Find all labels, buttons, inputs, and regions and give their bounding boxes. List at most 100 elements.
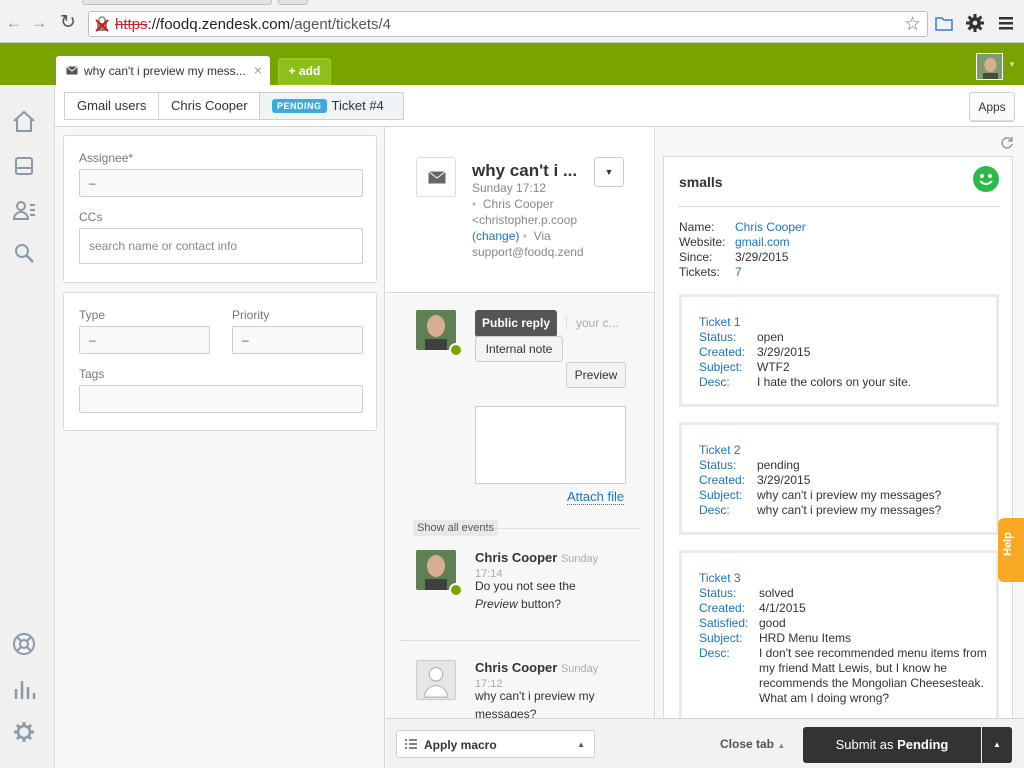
ticket-subject: Subject: why can't i preview my messages?: [699, 488, 942, 502]
forward-arrow-icon[interactable]: →: [28, 12, 50, 34]
ticket-card-title: Ticket 1: [699, 315, 741, 329]
refresh-icon[interactable]: [1000, 136, 1014, 150]
tags-label: Tags: [79, 367, 105, 381]
via-label: Via: [533, 229, 551, 243]
apps-button[interactable]: Apps: [969, 92, 1015, 122]
close-tab-icon[interactable]: ×: [254, 62, 262, 78]
customer-tickets: Tickets: 7: [679, 265, 742, 279]
settings-gear-icon[interactable]: [10, 718, 38, 746]
attach-file-link[interactable]: Attach file: [567, 489, 625, 505]
crumb-ticket[interactable]: PENDING Ticket #4: [259, 92, 404, 120]
address-bar[interactable]: https://foodq.zendesk.com/agent/tickets/…: [88, 11, 928, 37]
customer-name: Name: Chris Cooper: [679, 220, 806, 234]
ticket-card: Ticket 1 Status: open Created: 3/29/2015 S…: [679, 294, 999, 407]
ticket-status: Status: pending: [699, 458, 800, 472]
assignee-field[interactable]: –: [79, 169, 363, 197]
browser-tab[interactable]: [82, 0, 272, 5]
ticket-time: Sunday 17:12: [472, 181, 547, 195]
apply-macro-label: Apply macro: [424, 738, 497, 752]
ticket-card-title: Ticket 3: [699, 571, 741, 585]
submit-options-button[interactable]: ▲: [982, 727, 1012, 763]
assignee-panel: Assignee* – CCs search name or contact i…: [63, 135, 377, 283]
insecure-lock-icon: [95, 16, 109, 32]
avatar: [416, 660, 456, 700]
ticket-card: Ticket 3 Status: solved Created: 4/1/2015 …: [679, 550, 999, 718]
submit-button[interactable]: Submit as Pending: [803, 727, 981, 763]
requester-name: Chris Cooper: [482, 197, 554, 211]
ticket-tab-title: why can't i preview my mess...: [84, 64, 246, 78]
reporting-icon[interactable]: [10, 675, 38, 703]
ticket-subject: Subject: HRD Menu Items: [699, 631, 852, 645]
priority-field[interactable]: –: [232, 326, 363, 354]
ticket-satisfied: Satisfied: good: [699, 616, 786, 630]
ticket-created: Created: 3/29/2015: [699, 345, 811, 359]
apply-macro-select[interactable]: Apply macro ▲: [396, 730, 595, 758]
ticket-subject: why can't i ...: [472, 161, 578, 180]
ticket-subject: Subject: WTF2: [699, 360, 790, 374]
home-icon[interactable]: [10, 107, 38, 135]
ticket-created: Created: 3/29/2015: [699, 473, 811, 487]
divider: [486, 528, 642, 529]
breadcrumb: Gmail users Chris Cooper PENDING Ticket #…: [55, 85, 1024, 127]
bullet: •: [472, 197, 477, 211]
avatar[interactable]: [976, 53, 1003, 80]
comment-author: Chris Cooper Sunday: [475, 550, 599, 565]
search-icon[interactable]: [10, 239, 38, 267]
ticket-options-button[interactable]: ▼: [594, 157, 624, 187]
gear-extension-icon[interactable]: [966, 14, 984, 32]
back-arrow-icon[interactable]: ←: [3, 12, 25, 34]
tags-field[interactable]: [79, 385, 363, 413]
folder-extension-icon[interactable]: [935, 14, 953, 32]
browser-new-tab[interactable]: [278, 0, 308, 5]
agent-badge-icon: [449, 343, 463, 357]
customer-website: Website: gmail.com: [679, 235, 790, 249]
left-navigation: [0, 85, 55, 768]
ticket-card: Ticket 2 Status: pending Created: 3/29/201…: [679, 422, 999, 535]
type-priority-panel: Type – Priority – Tags: [63, 292, 377, 431]
divider: [679, 206, 999, 207]
preview-button[interactable]: Preview: [566, 362, 626, 388]
help-widget-button[interactable]: Help: [998, 518, 1024, 582]
bookmark-star-icon[interactable]: ☆: [904, 13, 921, 36]
crumb-requester[interactable]: Chris Cooper: [158, 92, 260, 120]
menu-hamburger-icon[interactable]: [997, 14, 1015, 32]
change-requester-link[interactable]: (change): [472, 229, 519, 243]
crumb-organization[interactable]: Gmail users: [64, 92, 159, 120]
chevron-up-icon: ▲: [777, 741, 786, 750]
ticket-footer: Apply macro ▲ Close tab ▲ Submit as Pend…: [386, 718, 1024, 768]
ticket-status: Status: open: [699, 330, 784, 344]
reply-textarea[interactable]: [475, 406, 626, 484]
type-field[interactable]: –: [79, 326, 210, 354]
reply-placeholder[interactable]: your c...: [566, 316, 619, 330]
channel-email: [416, 157, 456, 197]
conversation-body: Public reply your c... Internal note Pre…: [386, 294, 654, 718]
avatar: [416, 310, 456, 350]
smiley-icon: [973, 166, 999, 192]
internal-note-button[interactable]: Internal note: [475, 336, 563, 362]
comment-body: why can't i preview my messages?: [475, 689, 595, 718]
views-icon[interactable]: [10, 152, 38, 180]
divider: [400, 640, 642, 641]
type-label: Type: [79, 308, 106, 322]
help-center-icon[interactable]: [10, 630, 38, 658]
requester-line: • Chris Cooper: [472, 197, 590, 211]
url-text: https://foodq.zendesk.com/agent/tickets/…: [115, 16, 392, 33]
ticket-properties: Assignee* – CCs search name or contact i…: [55, 127, 385, 768]
help-label: Help: [1002, 532, 1014, 556]
bullet: •: [522, 229, 527, 243]
public-reply-button[interactable]: Public reply: [475, 310, 557, 337]
ticket-status: Status: solved: [699, 586, 794, 600]
ticket-tab[interactable]: why can't i preview my mess... ×: [56, 56, 270, 86]
assignee-label: Assignee*: [79, 151, 134, 165]
ticket-desc: Desc: I hate the colors on your site.: [699, 375, 912, 389]
close-tab-button[interactable]: Close tab ▲: [720, 737, 785, 751]
comment-body: Do you not see the Preview button?: [475, 579, 576, 611]
add-button[interactable]: + add: [278, 58, 331, 85]
ccs-input[interactable]: search name or contact info: [79, 228, 363, 264]
ticket-number: Ticket #4: [331, 98, 384, 113]
chevron-down-icon[interactable]: ▼: [1008, 60, 1016, 69]
reload-icon[interactable]: ↻: [57, 12, 79, 34]
customers-icon[interactable]: [10, 196, 38, 224]
status-badge: PENDING: [272, 99, 327, 113]
via-line: (change) • Via: [472, 229, 590, 243]
